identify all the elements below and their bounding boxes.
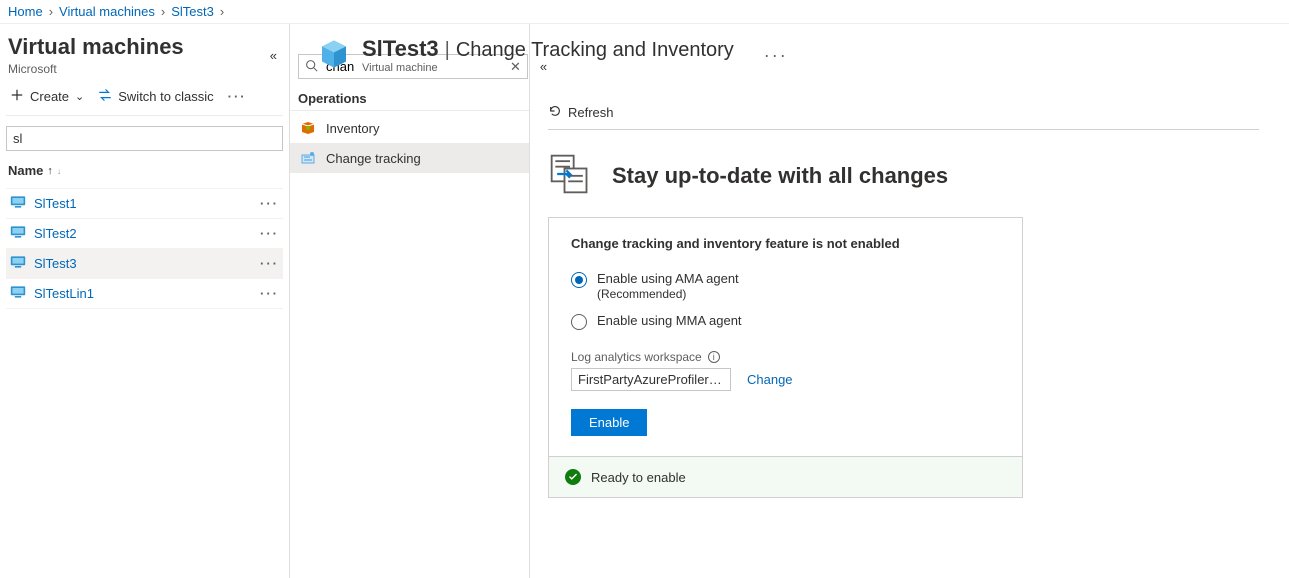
info-icon[interactable]: i: [708, 351, 720, 363]
breadcrumb-sep: ›: [220, 4, 224, 19]
resource-menu: ✕ « Operations Inventory Change tracking: [290, 24, 530, 578]
sort-sub-icon: ↓: [57, 166, 62, 176]
menu-item-inventory[interactable]: Inventory: [290, 113, 529, 143]
refresh-icon: [548, 104, 562, 121]
vm-name: SlTest1: [34, 196, 77, 211]
name-header-label: Name: [8, 163, 43, 178]
vm-icon: [10, 195, 26, 212]
switch-classic-button[interactable]: Switch to classic: [98, 88, 213, 105]
law-value-box[interactable]: FirstPartyAzureProfilerIn...: [571, 368, 731, 391]
card-heading: Change tracking and inventory feature is…: [571, 236, 1000, 251]
collapse-left-icon[interactable]: «: [266, 46, 281, 65]
vm-icon: [10, 225, 26, 242]
success-icon: [565, 469, 581, 485]
swap-icon: [98, 88, 112, 105]
enable-button[interactable]: Enable: [571, 409, 647, 436]
change-tracking-hero-icon: [548, 152, 592, 199]
ready-footer: Ready to enable: [549, 456, 1022, 497]
row-more-button[interactable]: ···: [260, 256, 279, 271]
row-more-button[interactable]: ···: [260, 286, 279, 301]
radio-ama[interactable]: Enable using AMA agent (Recommended): [571, 271, 1000, 301]
breadcrumb-vms[interactable]: Virtual machines: [59, 4, 155, 19]
plus-icon: [10, 88, 24, 105]
radio-icon-unchecked: [571, 314, 587, 330]
vm-icon: [10, 255, 26, 272]
change-link[interactable]: Change: [747, 372, 793, 387]
blade-title: Change Tracking and Inventory: [456, 39, 734, 62]
radio-ama-label: Enable using AMA agent: [597, 271, 739, 286]
breadcrumb-sep: ›: [49, 4, 53, 19]
hero-title: Stay up-to-date with all changes: [612, 163, 948, 189]
ready-text: Ready to enable: [591, 470, 686, 485]
vm-name: SlTest2: [34, 226, 77, 241]
filter-input[interactable]: [6, 126, 283, 151]
more-button[interactable]: ···: [228, 89, 247, 104]
create-button[interactable]: Create ⌄: [10, 88, 84, 105]
vm-name: SlTestLin1: [34, 286, 94, 301]
page-subtitle: Microsoft: [8, 62, 184, 76]
resource-type: Virtual machine: [362, 62, 734, 74]
create-label: Create: [30, 89, 69, 104]
title-separator: |: [445, 39, 450, 62]
law-label: Log analytics workspace: [571, 350, 702, 364]
vm-row[interactable]: SlTestLin1 ···: [6, 279, 283, 309]
name-column-header[interactable]: Name ↑ ↓: [6, 157, 283, 189]
vm-list-panel: Virtual machines Microsoft « Create ⌄: [0, 24, 290, 578]
menu-item-label: Change tracking: [326, 151, 421, 166]
row-more-button[interactable]: ···: [260, 226, 279, 241]
switch-label: Switch to classic: [118, 89, 213, 104]
refresh-button[interactable]: Refresh: [548, 104, 614, 121]
vm-name: SlTest3: [34, 256, 77, 271]
refresh-label: Refresh: [568, 105, 614, 120]
breadcrumb-resource[interactable]: SlTest3: [171, 4, 214, 19]
page-title: Virtual machines: [8, 34, 184, 60]
menu-item-label: Inventory: [326, 121, 379, 136]
menu-item-changetracking[interactable]: Change tracking: [290, 143, 529, 173]
enable-card: Change tracking and inventory feature is…: [548, 217, 1023, 498]
radio-mma-label: Enable using MMA agent: [597, 313, 742, 328]
inventory-icon: [300, 120, 316, 136]
row-more-button[interactable]: ···: [260, 196, 279, 211]
changetracking-icon: [300, 150, 316, 166]
breadcrumb-sep: ›: [161, 4, 165, 19]
radio-ama-sublabel: (Recommended): [597, 287, 686, 301]
blade-more-button[interactable]: ···: [744, 45, 788, 66]
vm-row[interactable]: SlTest3 ···: [6, 249, 283, 279]
breadcrumb-home[interactable]: Home: [8, 4, 43, 19]
breadcrumb: Home › Virtual machines › SlTest3 ›: [0, 0, 1289, 24]
radio-mma[interactable]: Enable using MMA agent: [571, 313, 1000, 330]
sort-asc-icon: ↑: [47, 165, 53, 177]
resource-name: SlTest3: [362, 36, 439, 62]
chevron-down-icon: ⌄: [75, 90, 84, 103]
vm-resource-icon: [316, 36, 352, 72]
vm-icon: [10, 285, 26, 302]
vm-row[interactable]: SlTest1 ···: [6, 189, 283, 219]
radio-icon-checked: [571, 272, 587, 288]
blade-content: SlTest3 | Change Tracking and Inventory …: [530, 24, 1289, 578]
vm-row[interactable]: SlTest2 ···: [6, 219, 283, 249]
